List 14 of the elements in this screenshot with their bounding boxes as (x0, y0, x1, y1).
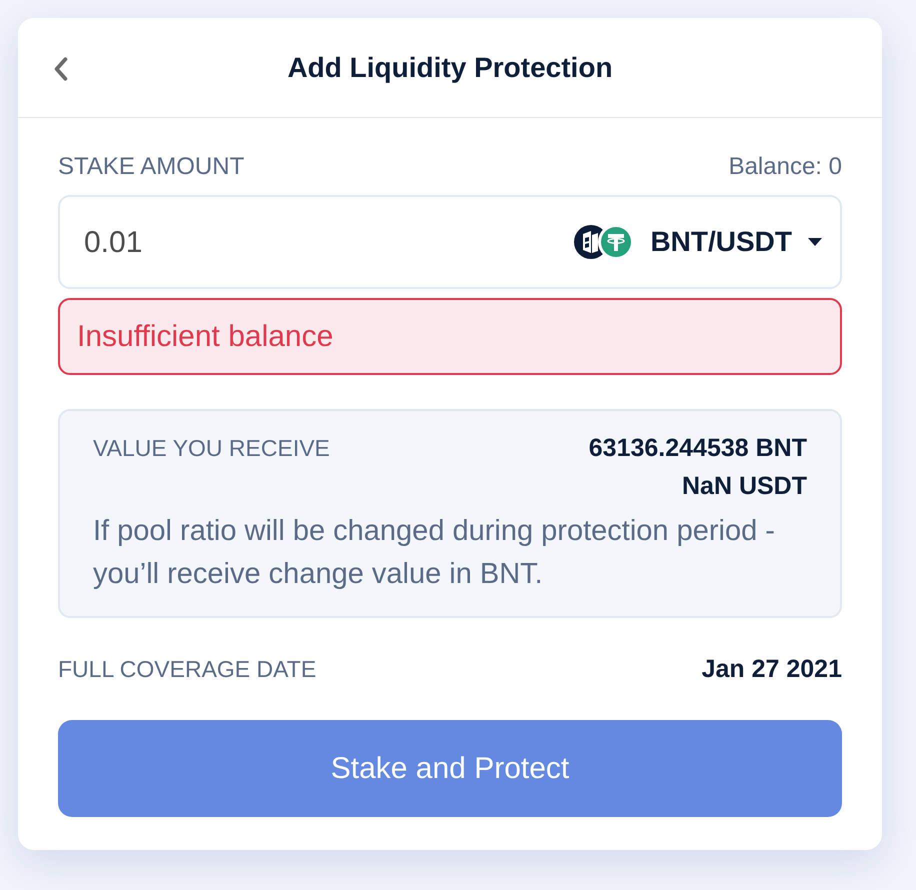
window-title: Add Liquidity Protection (287, 50, 613, 84)
receive-value: 63136.244538 BNT (588, 433, 807, 464)
caret-down-icon (808, 238, 822, 246)
amount-field[interactable]: 0.01 BNT/USDT (58, 195, 842, 289)
stake-amount-label: STAKE AMOUNT (58, 153, 244, 181)
value-receive-label: VALUE YOU RECEIVE (93, 434, 330, 463)
coverage-date: Jan 27 2021 (702, 655, 842, 683)
back-icon[interactable] (52, 56, 70, 82)
balance-text: Balance: 0 (728, 153, 842, 181)
coverage-date-label: FULL COVERAGE DATE (58, 655, 316, 683)
receive-value: NaN USDT (682, 471, 807, 502)
token-pair-select[interactable]: BNT/USDT (568, 224, 822, 260)
info-note: If pool ratio will be changed during protection period - you’ll receive change value in BNT. (93, 514, 776, 592)
error-message: Insufficient balance (58, 298, 842, 375)
